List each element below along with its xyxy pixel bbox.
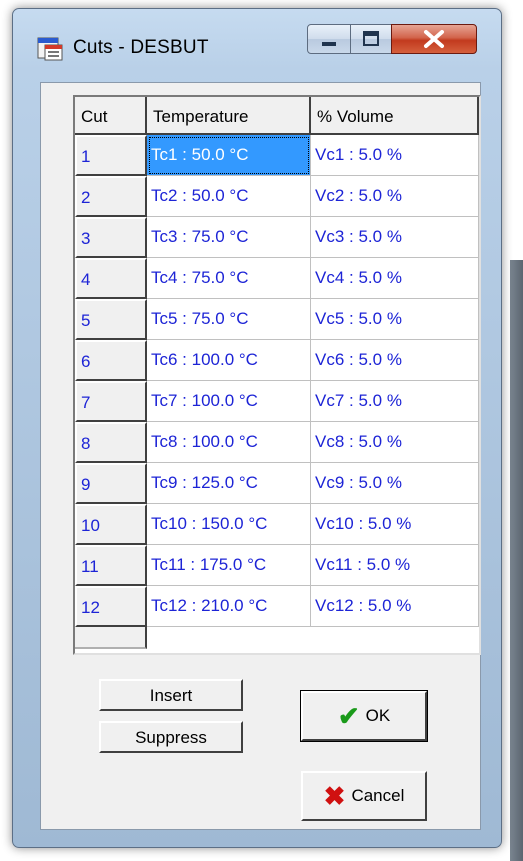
temperature-cell[interactable]: Tc4 : 75.0 °C: [147, 258, 311, 299]
table-row: 9 Tc9 : 125.0 °C Vc9 : 5.0 %: [75, 463, 479, 504]
table-row: 2 Tc2 : 50.0 °C Vc2 : 5.0 %: [75, 176, 479, 217]
row-header-cut[interactable]: 9: [75, 463, 147, 504]
volume-cell[interactable]: Vc5 : 5.0 %: [311, 299, 479, 340]
table-row: 8 Tc8 : 100.0 °C Vc8 : 5.0 %: [75, 422, 479, 463]
temperature-cell[interactable]: Tc9 : 125.0 °C: [147, 463, 311, 504]
header-volume[interactable]: % Volume: [311, 97, 479, 135]
volume-cell[interactable]: Vc4 : 5.0 %: [311, 258, 479, 299]
window-app-icon[interactable]: [37, 35, 63, 61]
volume-cell[interactable]: Vc11 : 5.0 %: [311, 545, 479, 586]
row-header-cut[interactable]: 5: [75, 299, 147, 340]
cancel-button[interactable]: ✖ Cancel: [301, 771, 427, 821]
table-row: 11 Tc11 : 175.0 °C Vc11 : 5.0 %: [75, 545, 479, 586]
maximize-button[interactable]: [350, 24, 392, 54]
row-header-cut[interactable]: 10: [75, 504, 147, 545]
close-button[interactable]: [391, 24, 477, 54]
table-row: 5 Tc5 : 75.0 °C Vc5 : 5.0 %: [75, 299, 479, 340]
temperature-cell[interactable]: Tc5 : 75.0 °C: [147, 299, 311, 340]
temperature-cell[interactable]: Tc8 : 100.0 °C: [147, 422, 311, 463]
row-header-cut[interactable]: 11: [75, 545, 147, 586]
table-row: 4 Tc4 : 75.0 °C Vc4 : 5.0 %: [75, 258, 479, 299]
background-strip: [510, 260, 523, 861]
suppress-button[interactable]: Suppress: [99, 721, 243, 753]
table-row: 12 Tc12 : 210.0 °C Vc12 : 5.0 %: [75, 586, 479, 627]
maximize-icon: [363, 31, 379, 46]
header-cut[interactable]: Cut: [75, 97, 147, 135]
dialog-client-area: Cut Temperature % Volume 1 Tc1 : 50.0 °C…: [40, 82, 481, 830]
temperature-cell[interactable]: Tc10 : 150.0 °C: [147, 504, 311, 545]
temperature-cell[interactable]: Tc3 : 75.0 °C: [147, 217, 311, 258]
volume-cell[interactable]: Vc12 : 5.0 %: [311, 586, 479, 627]
row-header-cut[interactable]: 12: [75, 586, 147, 627]
header-temperature[interactable]: Temperature: [147, 97, 311, 135]
cuts-dialog: Cuts - DESBUT Cut Temperature % Volume 1…: [12, 8, 502, 848]
minimize-icon: [322, 42, 336, 46]
window-title: Cuts - DESBUT: [73, 37, 209, 58]
volume-cell[interactable]: Vc9 : 5.0 %: [311, 463, 479, 504]
temperature-cell[interactable]: Tc1 : 50.0 °C: [147, 135, 311, 176]
grid-empty-area: [75, 627, 147, 649]
table-row: 6 Tc6 : 100.0 °C Vc6 : 5.0 %: [75, 340, 479, 381]
table-row: 7 Tc7 : 100.0 °C Vc7 : 5.0 %: [75, 381, 479, 422]
volume-cell[interactable]: Vc8 : 5.0 %: [311, 422, 479, 463]
temperature-cell[interactable]: Tc6 : 100.0 °C: [147, 340, 311, 381]
temperature-cell[interactable]: Tc2 : 50.0 °C: [147, 176, 311, 217]
temperature-cell[interactable]: Tc7 : 100.0 °C: [147, 381, 311, 422]
cuts-grid[interactable]: Cut Temperature % Volume 1 Tc1 : 50.0 °C…: [73, 95, 481, 655]
table-row: 10 Tc10 : 150.0 °C Vc10 : 5.0 %: [75, 504, 479, 545]
table-row: 1 Tc1 : 50.0 °C Vc1 : 5.0 %: [75, 135, 479, 176]
row-header-cut[interactable]: 8: [75, 422, 147, 463]
ok-button-label: OK: [365, 706, 391, 725]
checkmark-icon: ✔: [337, 701, 360, 731]
table-row: 3 Tc3 : 75.0 °C Vc3 : 5.0 %: [75, 217, 479, 258]
volume-cell[interactable]: Vc6 : 5.0 %: [311, 340, 479, 381]
row-header-cut[interactable]: 6: [75, 340, 147, 381]
volume-cell[interactable]: Vc1 : 5.0 %: [311, 135, 479, 176]
close-icon: [424, 30, 444, 48]
title-bar[interactable]: Cuts - DESBUT: [13, 9, 501, 81]
ok-button[interactable]: ✔ OK: [300, 690, 428, 742]
volume-cell[interactable]: Vc10 : 5.0 %: [311, 504, 479, 545]
row-header-cut[interactable]: 2: [75, 176, 147, 217]
grid-header-row: Cut Temperature % Volume: [75, 97, 479, 135]
volume-cell[interactable]: Vc7 : 5.0 %: [311, 381, 479, 422]
insert-button[interactable]: Insert: [99, 679, 243, 711]
row-header-cut[interactable]: 7: [75, 381, 147, 422]
temperature-cell[interactable]: Tc12 : 210.0 °C: [147, 586, 311, 627]
x-icon: ✖: [323, 781, 346, 811]
minimize-button[interactable]: [307, 24, 351, 54]
volume-cell[interactable]: Vc2 : 5.0 %: [311, 176, 479, 217]
temperature-cell[interactable]: Tc11 : 175.0 °C: [147, 545, 311, 586]
row-header-cut[interactable]: 1: [75, 135, 147, 176]
cancel-button-label: Cancel: [351, 786, 405, 805]
volume-cell[interactable]: Vc3 : 5.0 %: [311, 217, 479, 258]
row-header-cut[interactable]: 4: [75, 258, 147, 299]
row-header-cut[interactable]: 3: [75, 217, 147, 258]
